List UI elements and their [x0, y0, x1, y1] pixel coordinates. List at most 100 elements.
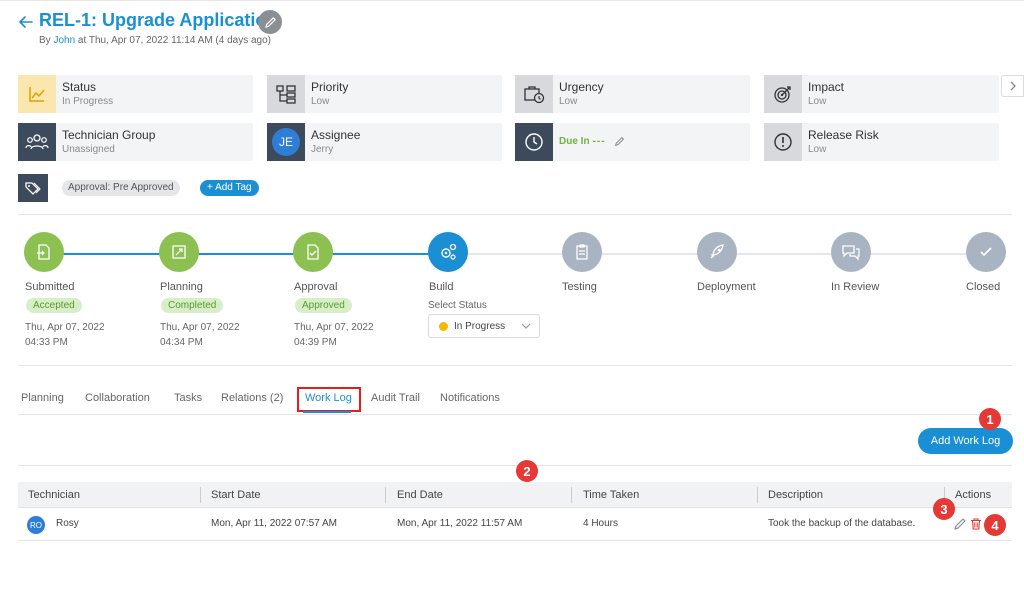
delete-trash-icon[interactable]	[969, 517, 983, 531]
impact-value: Low	[808, 96, 827, 107]
cell-start-date: Mon, Apr 11, 2022 07:57 AM	[211, 518, 338, 529]
urgency-field[interactable]: Urgency Low	[515, 75, 750, 113]
tab-notifications[interactable]: Notifications	[440, 392, 500, 404]
stage-status-badge: Accepted	[26, 298, 82, 313]
status-value: In Progress	[62, 96, 114, 107]
trend-chart-icon	[29, 87, 45, 102]
assignee-icon-box: JE	[267, 123, 305, 161]
technician-group-field[interactable]: Technician Group Unassigned	[18, 123, 253, 161]
by-prefix: By	[39, 35, 51, 46]
stage-date: Thu, Apr 07, 2022 04:33 PM	[25, 320, 105, 350]
status-icon-box	[18, 75, 56, 113]
stage-deployment-circle[interactable]	[697, 232, 737, 272]
stage-date-time: 04:34 PM	[160, 337, 203, 348]
tab-audit-trail[interactable]: Audit Trail	[371, 392, 420, 404]
add-work-log-button[interactable]: Add Work Log	[918, 428, 1013, 454]
due-in-icon-box	[515, 123, 553, 161]
in-progress-dot	[439, 322, 448, 331]
select-status-label: Select Status	[428, 300, 487, 311]
stage-name: Approval	[294, 281, 338, 293]
tab-relations[interactable]: Relations (2)	[221, 392, 283, 404]
created-by-line: By John at Thu, Apr 07, 2022 11:14 AM (4…	[39, 35, 271, 46]
stage-in-review-circle[interactable]	[831, 232, 871, 272]
clock-icon	[525, 133, 543, 151]
urgency-value: Low	[559, 96, 578, 107]
edit-pencil-icon[interactable]	[953, 517, 967, 531]
priority-field[interactable]: Priority Low	[267, 75, 502, 113]
stage-submitted-circle[interactable]	[24, 232, 64, 272]
stage-name: Closed	[966, 281, 1001, 293]
status-select[interactable]: In Progress	[428, 314, 540, 338]
stage-status-badge: Approved	[295, 298, 352, 313]
tag-icon	[25, 182, 41, 195]
callout-marker-2: 2	[516, 460, 538, 482]
impact-field[interactable]: Impact Low	[764, 75, 999, 113]
assignee-label: Assignee	[311, 128, 361, 142]
stage-name: In Review	[831, 281, 880, 293]
release-risk-label: Release Risk	[808, 128, 879, 142]
edit-title-button[interactable]	[258, 10, 282, 34]
due-in-text: Due In ---	[559, 136, 625, 147]
priority-hierarchy-icon	[276, 85, 296, 104]
technician-group-icon-box	[18, 123, 56, 161]
add-tag-button[interactable]: + Add Tag	[200, 180, 259, 196]
divider-tabs	[18, 414, 1012, 415]
stage-status-badge: Completed	[161, 298, 224, 313]
cell-technician: Rosy	[56, 518, 79, 529]
due-in-field[interactable]: Due In ---	[515, 123, 750, 161]
column-divider	[385, 487, 386, 503]
divider-stages	[18, 365, 1012, 366]
back-arrow-icon[interactable]	[18, 14, 34, 30]
tab-collaboration[interactable]: Collaboration	[85, 392, 150, 404]
top-divider	[0, 0, 1024, 1]
cell-end-date: Mon, Apr 11, 2022 11:57 AM	[397, 518, 523, 529]
planning-pin-icon	[172, 245, 186, 259]
next-fields-button[interactable]	[1001, 75, 1024, 97]
chat-bubbles-icon	[842, 245, 860, 261]
work-log-tab-highlight	[297, 387, 361, 412]
cell-time-taken: 4 Hours	[583, 518, 619, 529]
priority-value: Low	[311, 96, 330, 107]
pencil-icon[interactable]	[614, 136, 625, 147]
stage-progress-line	[44, 253, 449, 255]
stage-date: Thu, Apr 07, 2022 04:34 PM	[160, 320, 240, 350]
technician-avatar: RO	[27, 516, 45, 534]
stage-date-time: 04:39 PM	[294, 337, 337, 348]
stage-closed-circle[interactable]	[966, 232, 1006, 272]
assignee-value: Jerry	[311, 144, 334, 155]
table-row: RO Rosy Mon, Apr 11, 2022 07:57 AM Mon, …	[18, 508, 1012, 541]
creator-link[interactable]: John	[53, 35, 75, 46]
gears-icon	[441, 243, 457, 260]
column-divider	[571, 487, 572, 503]
assignee-field[interactable]: JE Assignee Jerry	[267, 123, 502, 161]
stage-name: Testing	[562, 281, 597, 293]
stage-planning-circle[interactable]	[159, 232, 199, 272]
column-header-start-date: Start Date	[211, 489, 261, 501]
tab-planning[interactable]: Planning	[21, 392, 64, 404]
status-field[interactable]: Status In Progress	[18, 75, 253, 113]
assignee-avatar: JE	[272, 128, 300, 156]
column-header-time-taken: Time Taken	[583, 489, 640, 501]
stage-date: Thu, Apr 07, 2022 04:39 PM	[294, 320, 374, 350]
release-risk-field[interactable]: Release Risk Low	[764, 123, 999, 161]
tab-tasks[interactable]: Tasks	[174, 392, 202, 404]
chevron-right-icon	[1010, 81, 1016, 91]
divider-fields	[18, 214, 1012, 215]
callout-marker-1: 1	[979, 408, 1001, 430]
column-header-description: Description	[768, 489, 824, 501]
stage-testing-circle[interactable]	[562, 232, 602, 272]
page-header: REL-1: Upgrade Application By John at Th…	[18, 10, 1018, 50]
page-title: REL-1: Upgrade Application	[39, 10, 278, 30]
column-divider	[757, 487, 758, 503]
users-group-icon	[25, 134, 49, 150]
worklog-table-header: Technician Start Date End Date Time Take…	[18, 482, 1012, 508]
stage-approval-circle[interactable]	[293, 232, 333, 272]
priority-label: Priority	[311, 80, 349, 94]
stage-build-circle[interactable]	[428, 232, 468, 272]
technician-group-value: Unassigned	[62, 144, 115, 155]
target-arrow-icon	[774, 86, 791, 103]
column-header-technician: Technician	[28, 489, 80, 501]
divider-worklog	[18, 465, 1012, 466]
stage-name: Build	[429, 281, 454, 293]
active-tab-underline	[303, 411, 351, 413]
